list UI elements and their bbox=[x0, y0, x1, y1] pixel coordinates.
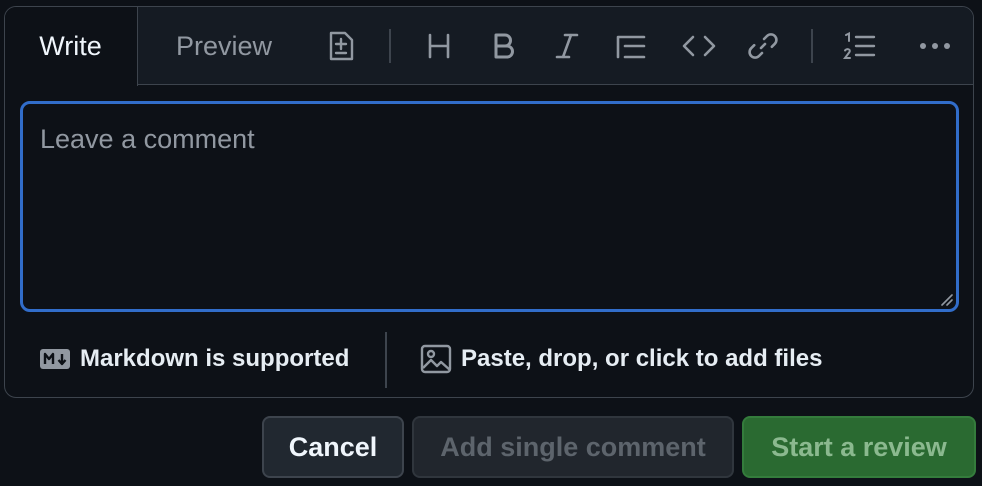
italic-icon[interactable] bbox=[549, 24, 585, 68]
attach-files-button[interactable]: Paste, drop, or click to add files bbox=[420, 319, 823, 397]
comment-placeholder: Leave a comment bbox=[40, 124, 255, 154]
tab-preview[interactable]: Preview bbox=[159, 7, 289, 85]
cancel-button[interactable]: Cancel bbox=[262, 416, 404, 478]
diff-icon[interactable] bbox=[323, 24, 359, 68]
tab-write[interactable]: Write bbox=[5, 7, 138, 86]
comment-textarea[interactable]: Leave a comment bbox=[20, 101, 959, 312]
heading-icon[interactable] bbox=[421, 24, 457, 68]
code-icon[interactable] bbox=[681, 24, 717, 68]
tab-preview-label: Preview bbox=[175, 30, 273, 61]
add-single-comment-button[interactable]: Add single comment bbox=[412, 416, 734, 478]
toolbar-separator bbox=[811, 29, 813, 63]
ordered-list-icon[interactable] bbox=[841, 24, 877, 68]
image-icon bbox=[420, 344, 452, 374]
start-review-button[interactable]: Start a review bbox=[742, 416, 976, 478]
comment-editor: Write Preview Leave a comment Markdown i… bbox=[4, 6, 974, 398]
attach-note: Paste, drop, or click to add files bbox=[461, 345, 823, 372]
more-icon[interactable] bbox=[917, 24, 953, 68]
cancel-button-label: Cancel bbox=[288, 431, 378, 462]
toolbar-separator bbox=[389, 29, 391, 63]
add-single-comment-label: Add single comment bbox=[440, 431, 706, 462]
bold-icon[interactable] bbox=[485, 24, 521, 68]
markdown-note: Markdown is supported bbox=[80, 345, 350, 372]
resize-handle-icon[interactable] bbox=[939, 292, 953, 306]
start-review-label: Start a review bbox=[771, 431, 947, 462]
quote-icon[interactable] bbox=[613, 24, 649, 68]
editor-footer: Markdown is supported Paste, drop, or cl… bbox=[5, 319, 973, 397]
footer-separator bbox=[385, 332, 387, 388]
link-icon[interactable] bbox=[745, 24, 781, 68]
markdown-icon bbox=[40, 349, 70, 369]
editor-header: Write Preview bbox=[5, 7, 973, 86]
tab-write-label: Write bbox=[39, 31, 102, 61]
markdown-supported-link[interactable]: Markdown is supported bbox=[39, 319, 350, 397]
